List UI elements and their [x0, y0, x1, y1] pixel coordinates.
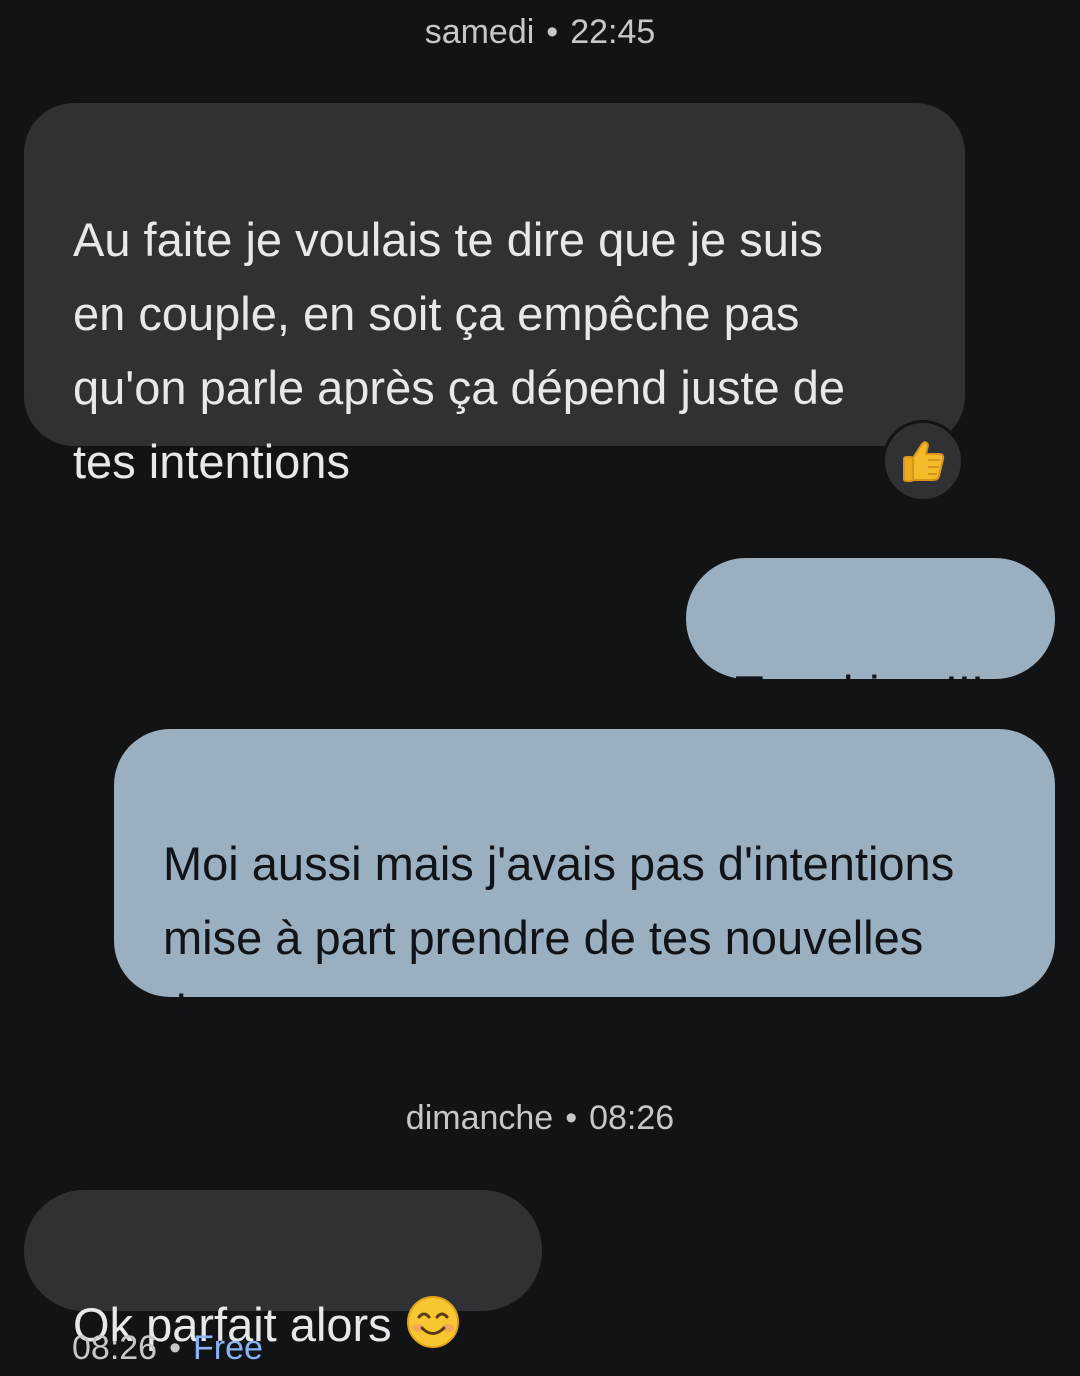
reaction-badge[interactable]: [882, 420, 964, 502]
separator-time: 22:45: [570, 13, 656, 51]
message-text: Au faite je voulais te dire que je suis …: [73, 213, 845, 488]
meta-dot: •: [169, 1329, 181, 1367]
message-bubble-outgoing[interactable]: Moi aussi mais j'avais pas d'intentions …: [114, 729, 1055, 1038]
date-separator: samedi • 22:45: [0, 12, 1080, 52]
thumbs-up-icon: [903, 441, 945, 482]
separator-day: samedi: [424, 13, 535, 51]
message-time: 08:26: [72, 1329, 158, 1367]
message-text: Trop bien !!!: [735, 666, 985, 719]
separator-dot: •: [565, 1099, 578, 1137]
separator-dot: •: [546, 13, 559, 51]
message-text: Moi aussi mais j'avais pas d'intentions …: [163, 837, 955, 1038]
message-bubble-incoming[interactable]: Ok parfait alors: [24, 1190, 542, 1351]
message-bubble-incoming[interactable]: Au faite je voulais te dire que je suis …: [24, 103, 965, 488]
smiling-face-icon: [406, 1296, 459, 1348]
date-separator: dimanche • 08:26: [0, 1098, 1080, 1138]
separator-time: 08:26: [589, 1099, 675, 1137]
carrier-label[interactable]: Free: [193, 1329, 263, 1367]
message-meta: 08:26 • Free: [72, 1326, 263, 1370]
message-bubble-outgoing[interactable]: Trop bien !!!: [686, 558, 1055, 719]
separator-day: dimanche: [405, 1099, 554, 1137]
